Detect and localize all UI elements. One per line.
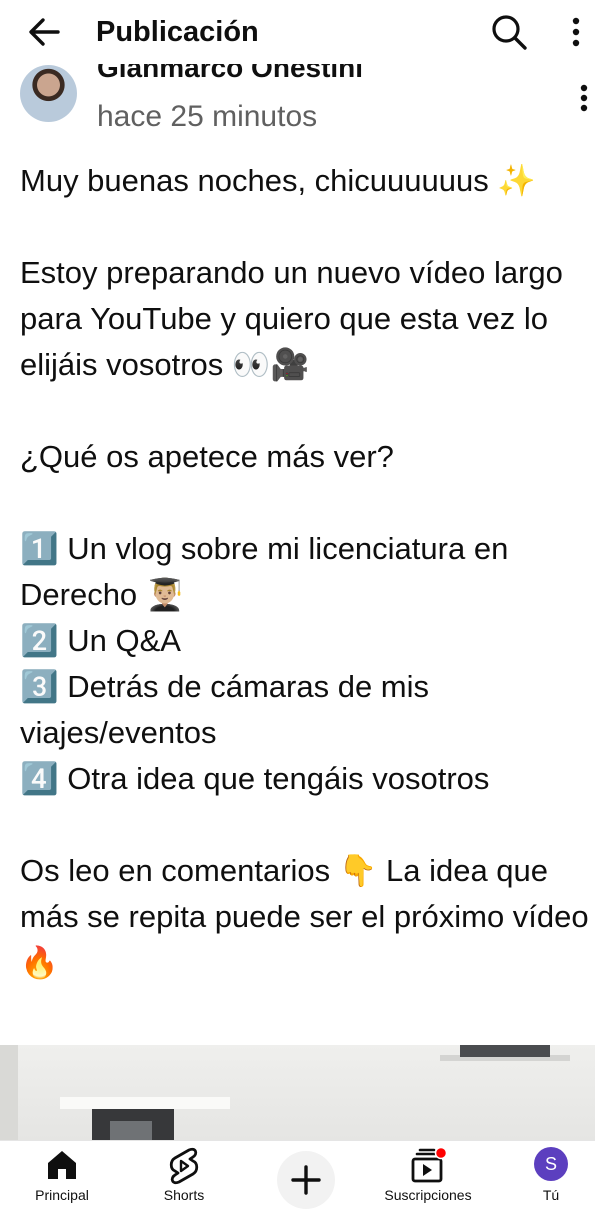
nav-home[interactable]: Principal [14,1141,110,1203]
more-options-icon[interactable] [562,12,590,52]
shorts-icon [169,1147,199,1185]
user-avatar: S [534,1147,568,1181]
post-text: Muy buenas noches, chicuuuuuus ✨ Estoy p… [20,163,589,980]
back-arrow-icon[interactable] [24,12,64,52]
post-image[interactable] [0,1045,595,1150]
nav-shorts[interactable]: Shorts [134,1141,234,1203]
image-wall-edge [0,1045,18,1150]
nav-subscriptions[interactable]: Suscripciones [362,1141,494,1203]
create-button[interactable] [262,1141,346,1209]
image-window-top [460,1045,550,1057]
nav-subscriptions-label: Suscripciones [384,1187,472,1203]
post-timestamp: hace 25 minutos [97,100,318,133]
nav-you[interactable]: S Tú [512,1141,590,1203]
create-button-circle [277,1151,335,1209]
nav-shorts-label: Shorts [163,1187,205,1203]
top-app-bar: Publicación [0,0,595,64]
bottom-navigation: Principal Shorts Suscripciones S Tú [0,1140,595,1209]
plus-icon [291,1165,321,1195]
subscriptions-icon [411,1147,448,1183]
nav-home-label: Principal [35,1187,89,1203]
image-window-sill [60,1097,230,1109]
notification-dot [434,1147,448,1160]
post-more-icon[interactable] [572,78,595,118]
search-icon[interactable] [488,11,530,53]
author-avatar[interactable] [20,65,77,122]
nav-you-label: Tú [542,1187,560,1203]
home-icon [48,1151,76,1179]
page-title: Publicación [96,16,259,48]
